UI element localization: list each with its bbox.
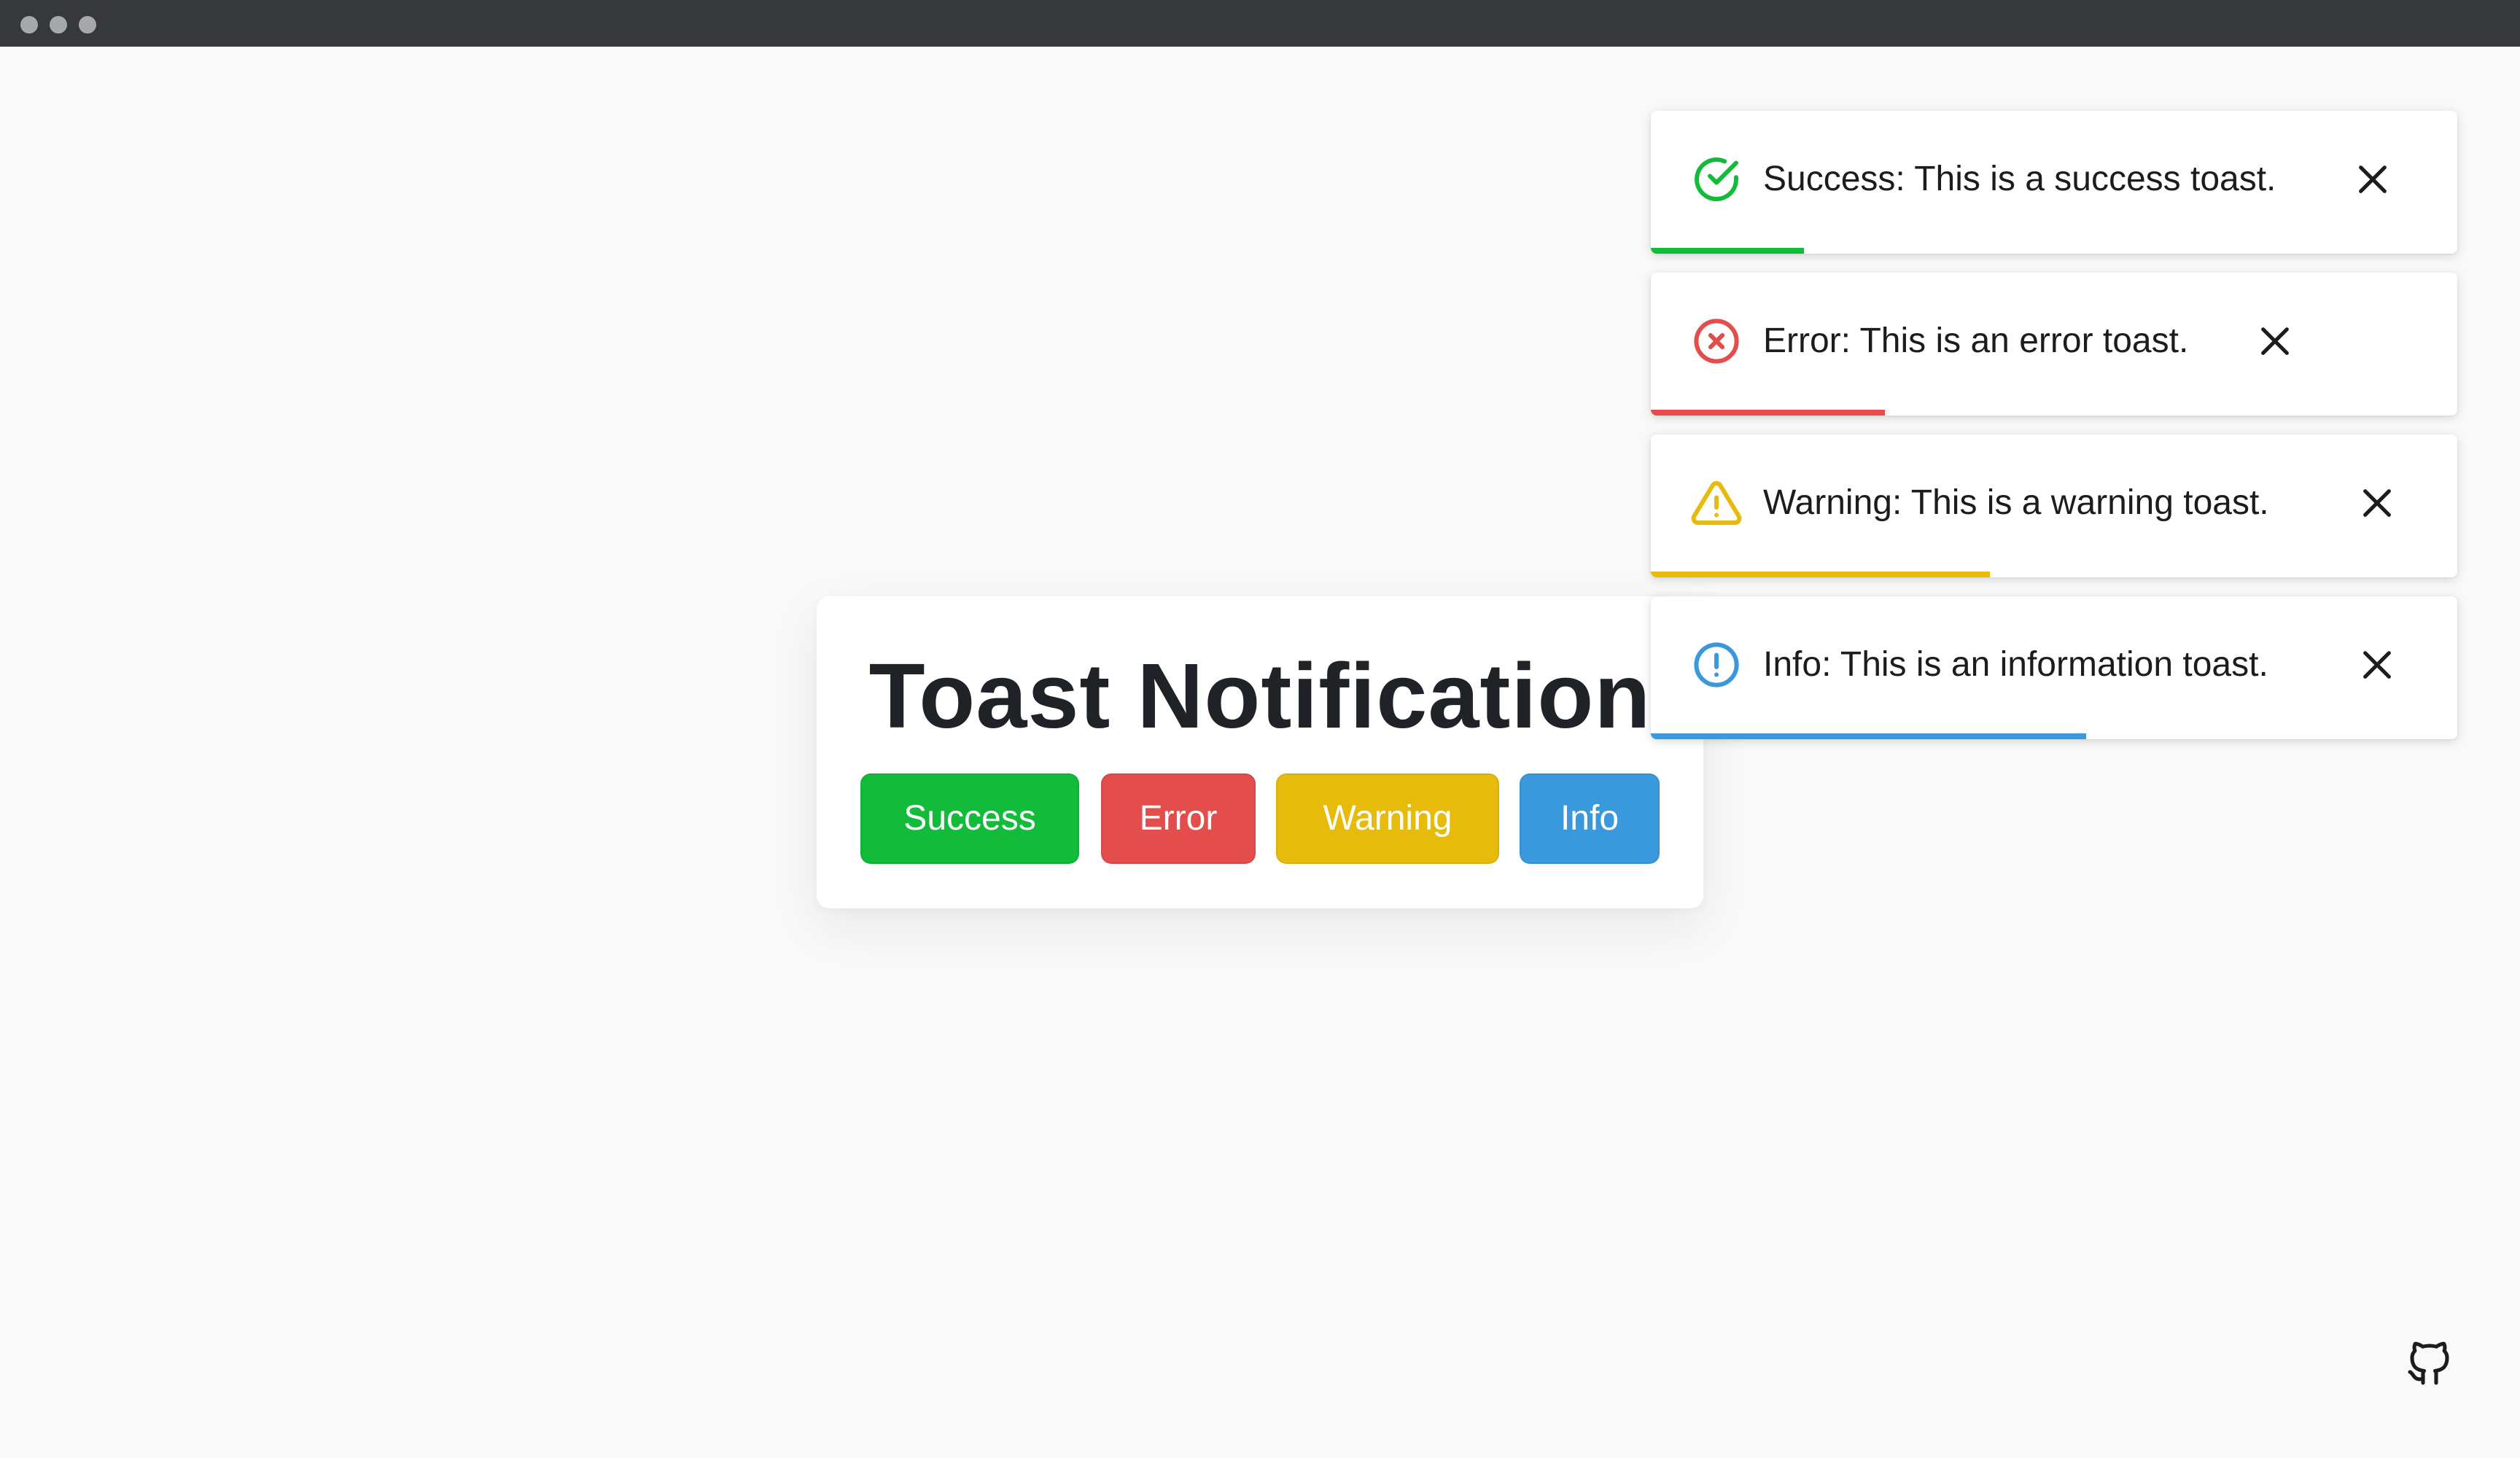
window-dot-minimize[interactable] — [50, 16, 67, 34]
info-button[interactable]: Info — [1520, 773, 1660, 864]
toast-message: Info: This is an information toast. — [1763, 645, 2268, 684]
check-circle-icon — [1690, 153, 1743, 206]
toast-error: Error: This is an error toast. — [1651, 273, 2457, 416]
info-circle-icon — [1690, 639, 1743, 691]
close-icon[interactable] — [2357, 483, 2398, 523]
warning-button[interactable]: Warning — [1276, 773, 1499, 864]
toast-progress-bar — [1651, 733, 2087, 739]
x-circle-icon — [1690, 315, 1743, 367]
error-button[interactable]: Error — [1101, 773, 1256, 864]
toast-message: Warning: This is a warning toast. — [1763, 483, 2269, 522]
page-title: Toast Notification — [868, 644, 1652, 747]
close-icon[interactable] — [2352, 159, 2393, 200]
toast-progress-bar — [1651, 248, 1805, 254]
toast-demo-card: Toast Notification Success Error Warning… — [817, 596, 1703, 908]
window-dot-close[interactable] — [20, 16, 38, 34]
toast-message: Error: This is an error toast. — [1763, 321, 2189, 360]
toast-message: Success: This is a success toast. — [1763, 160, 2276, 198]
toast-info: Info: This is an information toast. — [1651, 596, 2457, 739]
close-icon[interactable] — [2357, 644, 2398, 685]
toast-progress-bar — [1651, 410, 1885, 416]
close-icon[interactable] — [2255, 321, 2295, 362]
window-dot-maximize[interactable] — [79, 16, 96, 34]
toast-warning: Warning: This is a warning toast. — [1651, 434, 2457, 577]
github-icon[interactable] — [2403, 1337, 2456, 1389]
warning-triangle-icon — [1690, 477, 1743, 529]
toast-progress-bar — [1651, 572, 1990, 577]
toast-success: Success: This is a success toast. — [1651, 111, 2457, 254]
success-button[interactable]: Success — [860, 773, 1079, 864]
window-titlebar — [0, 0, 2520, 47]
